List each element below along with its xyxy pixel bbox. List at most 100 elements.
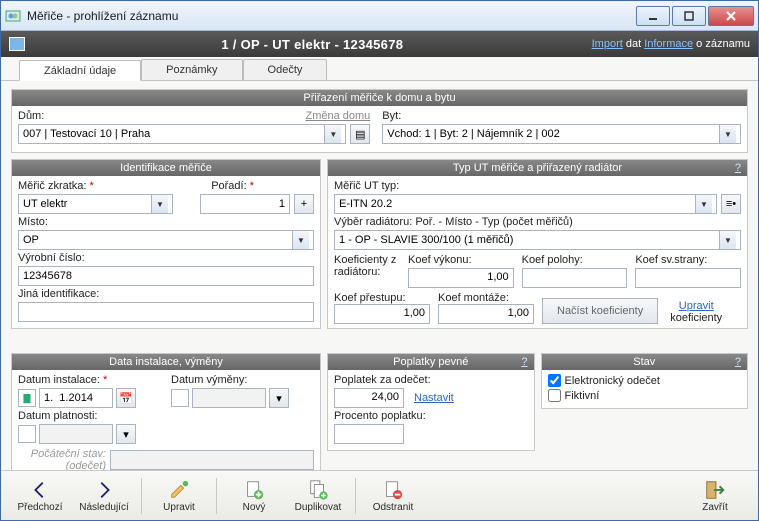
- edit-coef-suffix: koeficienty: [670, 312, 722, 324]
- tab-basic[interactable]: Základní údaje: [19, 60, 141, 81]
- dup-label: Duplikovat: [295, 502, 342, 513]
- chevron-down-icon: ▼: [695, 195, 712, 213]
- ut-type-edit-button[interactable]: ≡•: [721, 194, 741, 214]
- delete-button[interactable]: Odstranit: [362, 474, 424, 518]
- coef-transfer-value[interactable]: 1,00: [334, 304, 430, 324]
- fees-title-text: Poplatky pevné: [393, 356, 468, 368]
- new-label: Nový: [243, 502, 266, 513]
- prev-button[interactable]: Předchozí: [9, 474, 71, 518]
- edit-button[interactable]: Upravit: [148, 474, 210, 518]
- info-link[interactable]: Informace: [644, 38, 693, 50]
- serial-input[interactable]: [18, 266, 314, 286]
- state-title-text: Stav: [633, 356, 655, 368]
- chevron-down-icon: ▼: [719, 125, 736, 143]
- install-date-input[interactable]: [39, 388, 113, 408]
- maximize-button[interactable]: [672, 6, 706, 26]
- fee-pct-value[interactable]: [334, 424, 404, 444]
- del-label: Odstranit: [373, 502, 414, 513]
- separator: [141, 478, 142, 514]
- coef-side-label: Koef sv.strany:: [635, 254, 741, 266]
- prev-label: Předchozí: [17, 502, 62, 513]
- place-combo[interactable]: OP ▼: [18, 230, 314, 250]
- coef-side-value[interactable]: [635, 268, 741, 288]
- help-ut-icon[interactable]: ?: [735, 162, 741, 174]
- duplicate-button[interactable]: Duplikovat: [287, 474, 349, 518]
- panel-dates: Data instalace, výměny Datum instalace: …: [11, 353, 321, 470]
- maximize-icon: [684, 11, 694, 21]
- otherid-label: Jiná identifikace:: [18, 288, 99, 300]
- electronic-reading-checkbox[interactable]: Elektronický odečet: [548, 374, 660, 387]
- otherid-input[interactable]: [18, 302, 314, 322]
- initial-state-label: Počáteční stav:: [31, 448, 106, 460]
- validity-date-label: Datum platnosti:: [18, 410, 161, 422]
- shortcut-value: UT elektr: [23, 198, 151, 210]
- edit-coef-link[interactable]: Upravit: [679, 300, 714, 312]
- panel-state: Stav? Elektronický odečet Fiktivní: [541, 353, 749, 409]
- house-value: 007 | Testovací 10 | Praha: [23, 128, 324, 140]
- install-date-checkbox[interactable]: ▇: [18, 389, 36, 407]
- fee-value[interactable]: 24,00: [334, 388, 404, 408]
- import-link[interactable]: Import: [592, 38, 623, 50]
- help-state-icon[interactable]: ?: [735, 356, 741, 368]
- coef-power-value[interactable]: 1,00: [408, 268, 514, 288]
- close-window-button[interactable]: [708, 6, 754, 26]
- pencil-icon: [168, 479, 190, 501]
- fictive-label: Fiktivní: [565, 390, 600, 402]
- order-plus-button[interactable]: +: [294, 194, 314, 214]
- flat-combo[interactable]: Vchod: 1 | Byt: 2 | Nájemník 2 | 002 ▼: [382, 124, 741, 144]
- order-label: Pořadí:: [211, 180, 314, 192]
- close-icon: [726, 11, 736, 21]
- flat-value: Vchod: 1 | Byt: 2 | Nájemník 2 | 002: [387, 128, 719, 140]
- house-lookup-button[interactable]: ▤: [350, 124, 370, 144]
- radiator-combo[interactable]: 1 - OP - SLAVIE 300/100 (1 měřičů) ▼: [334, 230, 741, 250]
- ut-title-text: Typ UT měřiče a přiřazený radiátor: [453, 162, 622, 174]
- load-coefficients-button[interactable]: Načíst koeficienty: [542, 298, 658, 324]
- exchange-date-picker-button[interactable]: ▾: [269, 388, 289, 408]
- minimize-button[interactable]: [636, 6, 670, 26]
- change-house-link[interactable]: Změna domu: [305, 110, 370, 122]
- help-fees-icon[interactable]: ?: [521, 356, 527, 368]
- window-controls: [634, 6, 754, 26]
- shortcut-combo[interactable]: UT elektr ▼: [18, 194, 173, 214]
- new-button[interactable]: Nový: [223, 474, 285, 518]
- panel-identification-title: Identifikace měřiče: [12, 160, 320, 176]
- document-new-icon: [243, 479, 265, 501]
- chevron-down-icon: ▼: [292, 231, 309, 249]
- validity-date-picker-button[interactable]: ▾: [116, 424, 136, 444]
- validity-date-checkbox[interactable]: [18, 425, 36, 443]
- toolbar: Předchozí Následující Upravit Nový Dupli…: [1, 470, 758, 520]
- exit-icon: [704, 479, 726, 501]
- house-label: Dům:: [18, 110, 44, 122]
- tab-notes[interactable]: Poznámky: [141, 59, 242, 80]
- fictive-checkbox[interactable]: Fiktivní: [548, 389, 600, 402]
- chevron-down-icon: ▼: [324, 125, 341, 143]
- arrow-left-icon: [29, 479, 51, 501]
- coef-from-label: Koeficienty z radiátoru:: [334, 254, 396, 278]
- order-input[interactable]: [200, 194, 290, 214]
- set-fee-link[interactable]: Nastavit: [414, 392, 454, 404]
- house-combo[interactable]: 007 | Testovací 10 | Praha ▼: [18, 124, 346, 144]
- install-date-picker-button[interactable]: 📅: [116, 388, 136, 408]
- exchange-date-checkbox[interactable]: [171, 389, 189, 407]
- panel-ut-type-title: Typ UT měřiče a přiřazený radiátor?: [328, 160, 747, 176]
- chevron-down-icon: ▼: [719, 231, 736, 249]
- next-label: Následující: [79, 502, 128, 513]
- panel-fees: Poplatky pevné? Poplatek za odečet: 24,0…: [327, 353, 535, 451]
- shortcut-label: Měřič zkratka:: [18, 180, 118, 192]
- app-window: Měřiče - prohlížení záznamu 1 / OP - UT …: [0, 0, 759, 521]
- separator: [355, 478, 356, 514]
- close-button[interactable]: Zavřít: [680, 474, 750, 518]
- coef-transfer-label: Koef přestupu:: [334, 292, 406, 304]
- window-title: Měřiče - prohlížení záznamu: [27, 9, 634, 23]
- flat-label: Byt:: [382, 110, 401, 122]
- minimize-icon: [648, 11, 658, 21]
- panel-assignment-title: Přiřazení měřiče k domu a bytu: [12, 90, 747, 106]
- next-button[interactable]: Následující: [73, 474, 135, 518]
- coef-power-label: Koef výkonu:: [408, 254, 514, 266]
- coef-mount-value[interactable]: 1,00: [438, 304, 534, 324]
- tab-readings[interactable]: Odečty: [243, 59, 328, 80]
- coef-position-value[interactable]: [522, 268, 628, 288]
- record-path: 1 / OP - UT elektr - 12345678: [33, 37, 592, 52]
- edit-label: Upravit: [163, 502, 195, 513]
- ut-type-combo[interactable]: E-ITN 20.2 ▼: [334, 194, 717, 214]
